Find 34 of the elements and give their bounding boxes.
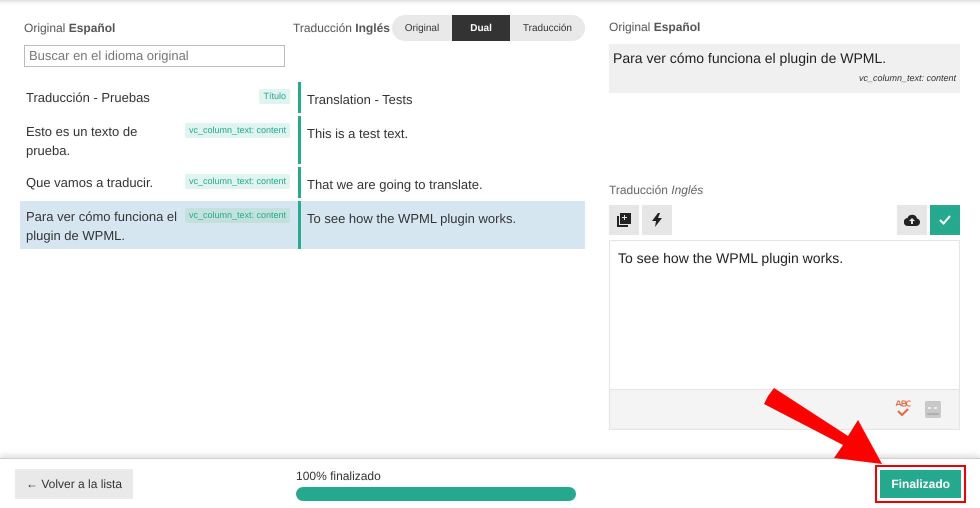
translation-field[interactable]: To see how the WPML plugin works. xyxy=(609,240,960,390)
copy-button[interactable] xyxy=(609,204,639,234)
lightning-icon xyxy=(652,212,662,226)
original-text: Esto es un texto de prueba. xyxy=(26,123,138,160)
panel-label: Original Español xyxy=(609,19,700,36)
spellcheck-icon[interactable] xyxy=(895,400,911,418)
field-tag: vc_column_text: content xyxy=(184,208,290,223)
field-tag: Título xyxy=(259,89,290,104)
view-tab[interactable]: Traducción xyxy=(510,15,585,41)
view-tab[interactable]: Original xyxy=(392,15,452,41)
panel-label: Traducción Inglés xyxy=(609,182,704,198)
check-icon xyxy=(939,214,951,224)
upload-button[interactable] xyxy=(897,204,927,234)
segment-row[interactable]: Para ver cómo funciona el plugin de WPML. vc_column_text: content To see how the WPML plugin works. xyxy=(20,201,585,249)
original-text: Para ver cómo funciona el plugin de WPML. xyxy=(613,49,888,68)
view-tab[interactable]: Dual xyxy=(452,15,510,41)
translated-text: This is a test text. xyxy=(307,126,408,141)
column-label: Original Español xyxy=(24,21,116,35)
original-text: Traducción - Pruebas xyxy=(26,89,151,107)
original-text: Que vamos a traducir. xyxy=(26,174,154,192)
translated-text: To see how the WPML plugin works. xyxy=(307,211,516,226)
cloud-upload-icon xyxy=(904,214,920,226)
translated-text: Translation - Tests xyxy=(307,92,412,107)
translated-text: That we are going to translate. xyxy=(307,177,483,192)
field-tag: vc_column_text: content xyxy=(184,174,290,189)
column-label: Traducción Inglés xyxy=(293,20,390,37)
search-field[interactable]: Buscar en el idioma original xyxy=(24,44,285,66)
field-tag: vc_column_text: content xyxy=(184,123,290,138)
back-button[interactable]: ← Volver a la lista xyxy=(15,468,134,498)
machine-translate-button[interactable] xyxy=(642,204,672,234)
progress-label: 100% finalizado xyxy=(296,468,382,484)
field-name: vc_column_text: content xyxy=(858,72,956,85)
copy-icon xyxy=(617,212,631,226)
original-text: Para ver cómo funciona el plugin de WPML. xyxy=(26,208,178,245)
